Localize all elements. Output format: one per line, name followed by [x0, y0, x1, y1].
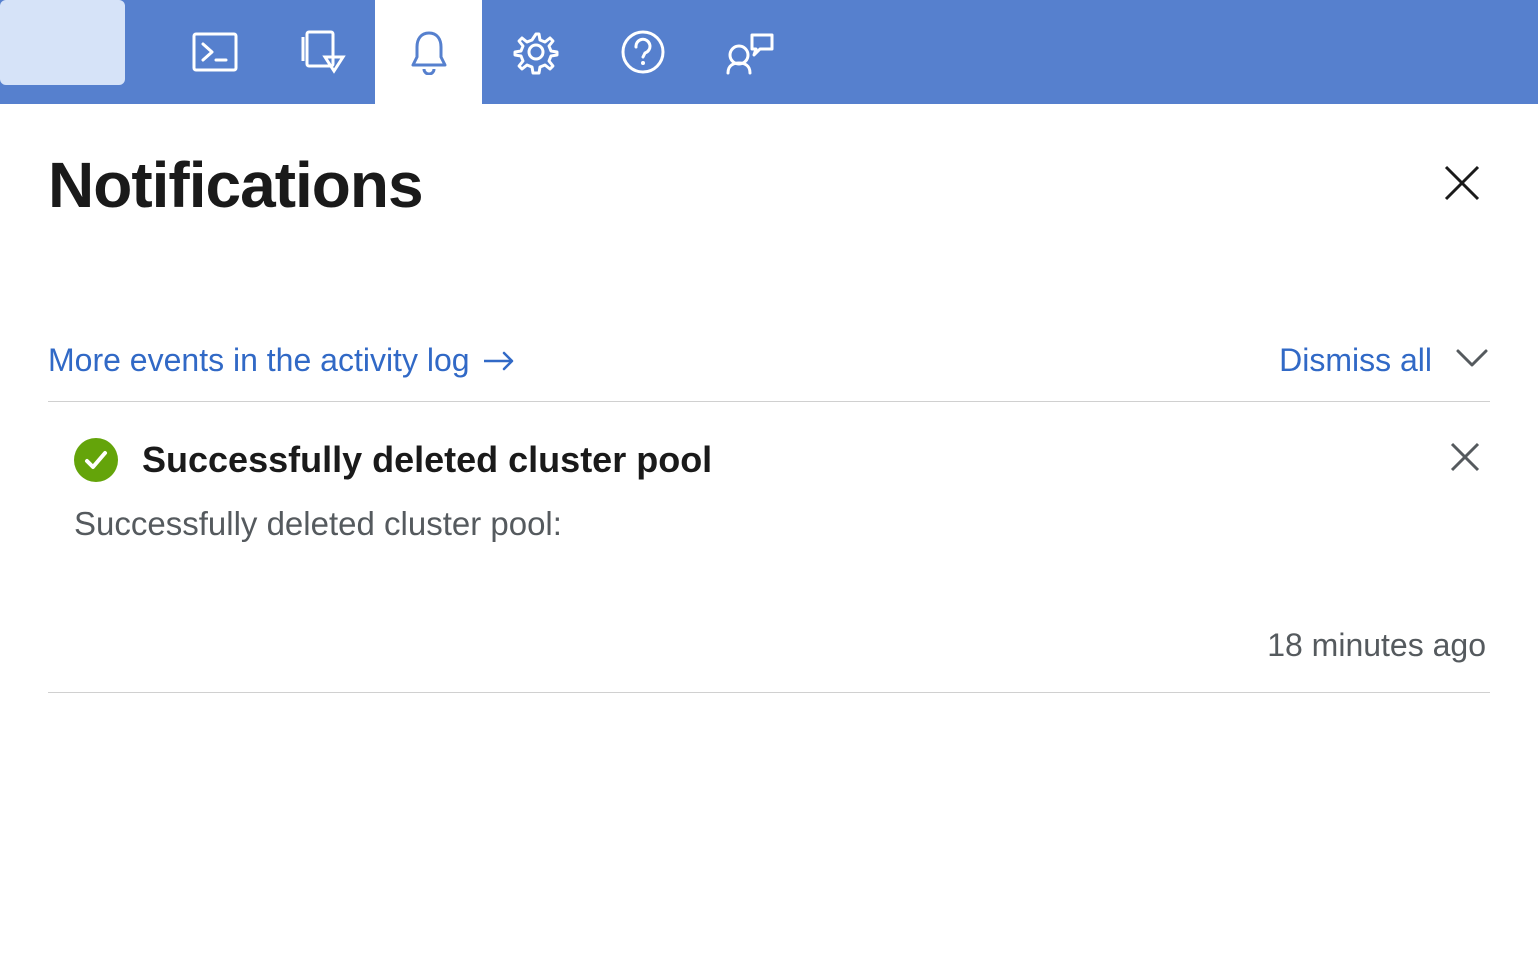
close-icon [1442, 163, 1482, 203]
notification-title: Successfully deleted cluster pool [142, 439, 712, 481]
feedback-icon [724, 29, 776, 75]
help-button[interactable] [589, 0, 696, 104]
cloud-shell-button[interactable] [161, 0, 268, 104]
filter-icon [297, 27, 347, 77]
expand-options-button[interactable] [1454, 347, 1490, 374]
help-icon [620, 29, 666, 75]
panel-links-row: More events in the activity log Dismiss … [48, 342, 1490, 402]
cloud-shell-icon [192, 32, 238, 72]
close-panel-button[interactable] [1434, 155, 1490, 216]
notification-time: 18 minutes ago [52, 627, 1486, 664]
search-field[interactable] [0, 0, 125, 85]
more-events-link[interactable]: More events in the activity log [48, 342, 516, 379]
feedback-button[interactable] [696, 0, 803, 104]
panel-title: Notifications [48, 148, 423, 222]
notifications-button[interactable] [375, 0, 482, 104]
status-success-badge [74, 438, 118, 482]
gear-icon [513, 29, 559, 75]
notifications-panel: Notifications More events in the activit… [0, 104, 1538, 693]
more-events-label: More events in the activity log [48, 342, 470, 379]
close-icon [1448, 440, 1482, 474]
filter-button[interactable] [268, 0, 375, 104]
arrow-right-icon [482, 349, 516, 373]
notification-item: Successfully deleted cluster pool Succes… [48, 402, 1490, 693]
panel-header: Notifications [48, 128, 1490, 222]
chevron-down-icon [1454, 347, 1490, 369]
settings-button[interactable] [482, 0, 589, 104]
dismiss-all-label: Dismiss all [1279, 342, 1432, 379]
notification-body: Successfully deleted cluster pool: [74, 505, 1486, 543]
bell-icon [409, 29, 449, 75]
dismiss-notification-button[interactable] [1444, 436, 1486, 483]
top-toolbar [0, 0, 1538, 104]
check-icon [83, 447, 109, 473]
dismiss-all-link[interactable]: Dismiss all [1279, 342, 1432, 379]
